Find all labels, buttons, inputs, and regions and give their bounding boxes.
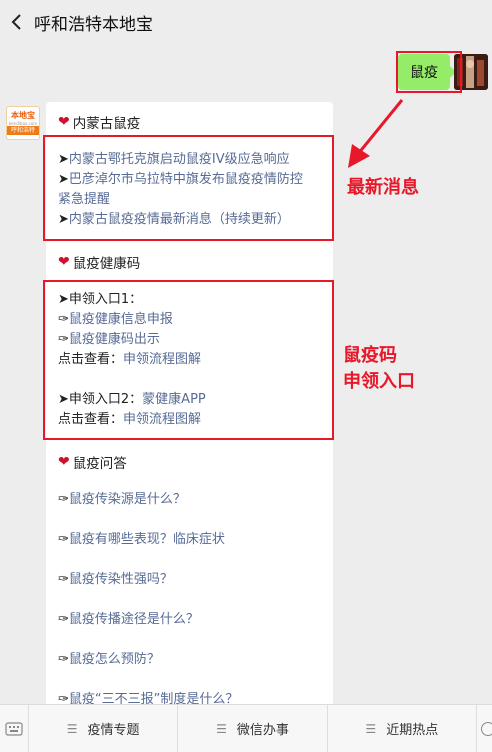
qa-link-5[interactable]: ✑鼠疫怎么预防？ xyxy=(58,650,160,670)
menu-item-wechat-service[interactable]: ☰ 微信办事 xyxy=(177,704,326,752)
highlight-box-health-code xyxy=(43,280,334,440)
menu-item-label: 疫情专题 xyxy=(87,723,140,738)
pencil-icon: ✑ xyxy=(58,652,69,667)
menu-lines-icon: ☰ xyxy=(365,721,377,736)
qa-link-4[interactable]: ✑鼠疫传播途径是什么？ xyxy=(58,610,199,630)
top-bar: 呼和浩特本地宝 xyxy=(0,0,492,44)
qa-link-1[interactable]: ✑鼠疫传染源是什么？ xyxy=(58,490,186,510)
bot-avatar[interactable]: 本地宝 bendibao.com 呼和浩特 xyxy=(6,106,40,140)
menu-item-epidemic-topic[interactable]: ☰ 疫情专题 xyxy=(28,704,177,752)
menu-lines-icon: ☰ xyxy=(216,721,227,736)
link-text[interactable]: 鼠疫有哪些表现？临床症状 xyxy=(69,532,225,547)
link-text[interactable]: 鼠疫怎么预防？ xyxy=(69,652,160,667)
circle-icon xyxy=(480,721,492,736)
bottom-menu-bar: ☰ 疫情专题 ☰ 微信办事 ☰ 近期热点 xyxy=(0,704,492,752)
section-title-inner-mongolia: ❤ 内蒙古鼠疫 xyxy=(58,112,140,132)
menu-item-label: 近期热点 xyxy=(386,723,439,738)
highlight-box-latest-news xyxy=(43,135,334,241)
back-button[interactable] xyxy=(0,0,34,44)
link-text[interactable]: 鼠疫传染源是什么？ xyxy=(69,492,186,507)
keyboard-icon xyxy=(5,721,23,736)
section-title-text: 内蒙古鼠疫 xyxy=(72,116,141,132)
qa-link-3[interactable]: ✑鼠疫传染性强吗？ xyxy=(58,570,173,590)
page-title: 呼和浩特本地宝 xyxy=(34,14,153,35)
section-title-text: 鼠疫健康码 xyxy=(72,256,141,272)
section-title-health-code: ❤ 鼠疫健康码 xyxy=(58,252,140,272)
more-options-button[interactable] xyxy=(475,704,492,752)
annotation-health-code-2: 申领入口 xyxy=(343,371,415,392)
annotation-health-code-1: 鼠疫码 xyxy=(343,345,397,366)
menu-lines-icon: ☰ xyxy=(66,721,78,736)
red-arrow-icon xyxy=(348,99,404,168)
highlight-box-user-message xyxy=(396,51,462,93)
pencil-icon: ✑ xyxy=(58,572,69,587)
back-arrow-icon xyxy=(11,14,21,30)
heart-icon: ❤ xyxy=(58,454,70,470)
pencil-icon: ✑ xyxy=(58,612,69,627)
avatar-city-text: 呼和浩特 xyxy=(7,126,39,135)
link-text[interactable]: 鼠疫传染性强吗？ xyxy=(69,572,173,587)
qa-link-2[interactable]: ✑鼠疫有哪些表现？临床症状 xyxy=(58,530,225,550)
avatar-brand-text: 本地宝 xyxy=(11,111,35,120)
annotation-latest-news: 最新消息 xyxy=(347,177,419,198)
heart-icon: ❤ xyxy=(58,114,70,130)
pencil-icon: ✑ xyxy=(58,492,69,507)
section-title-qa: ❤ 鼠疫问答 xyxy=(58,452,127,472)
pencil-icon: ✑ xyxy=(58,532,69,547)
heart-icon: ❤ xyxy=(58,254,70,270)
menu-item-label: 微信办事 xyxy=(236,723,289,738)
menu-item-recent-hot[interactable]: ☰ 近期热点 xyxy=(326,704,476,752)
section-title-text: 鼠疫问答 xyxy=(72,456,127,472)
keyboard-toggle-button[interactable] xyxy=(0,705,28,752)
link-text[interactable]: 鼠疫传播途径是什么？ xyxy=(69,612,199,627)
